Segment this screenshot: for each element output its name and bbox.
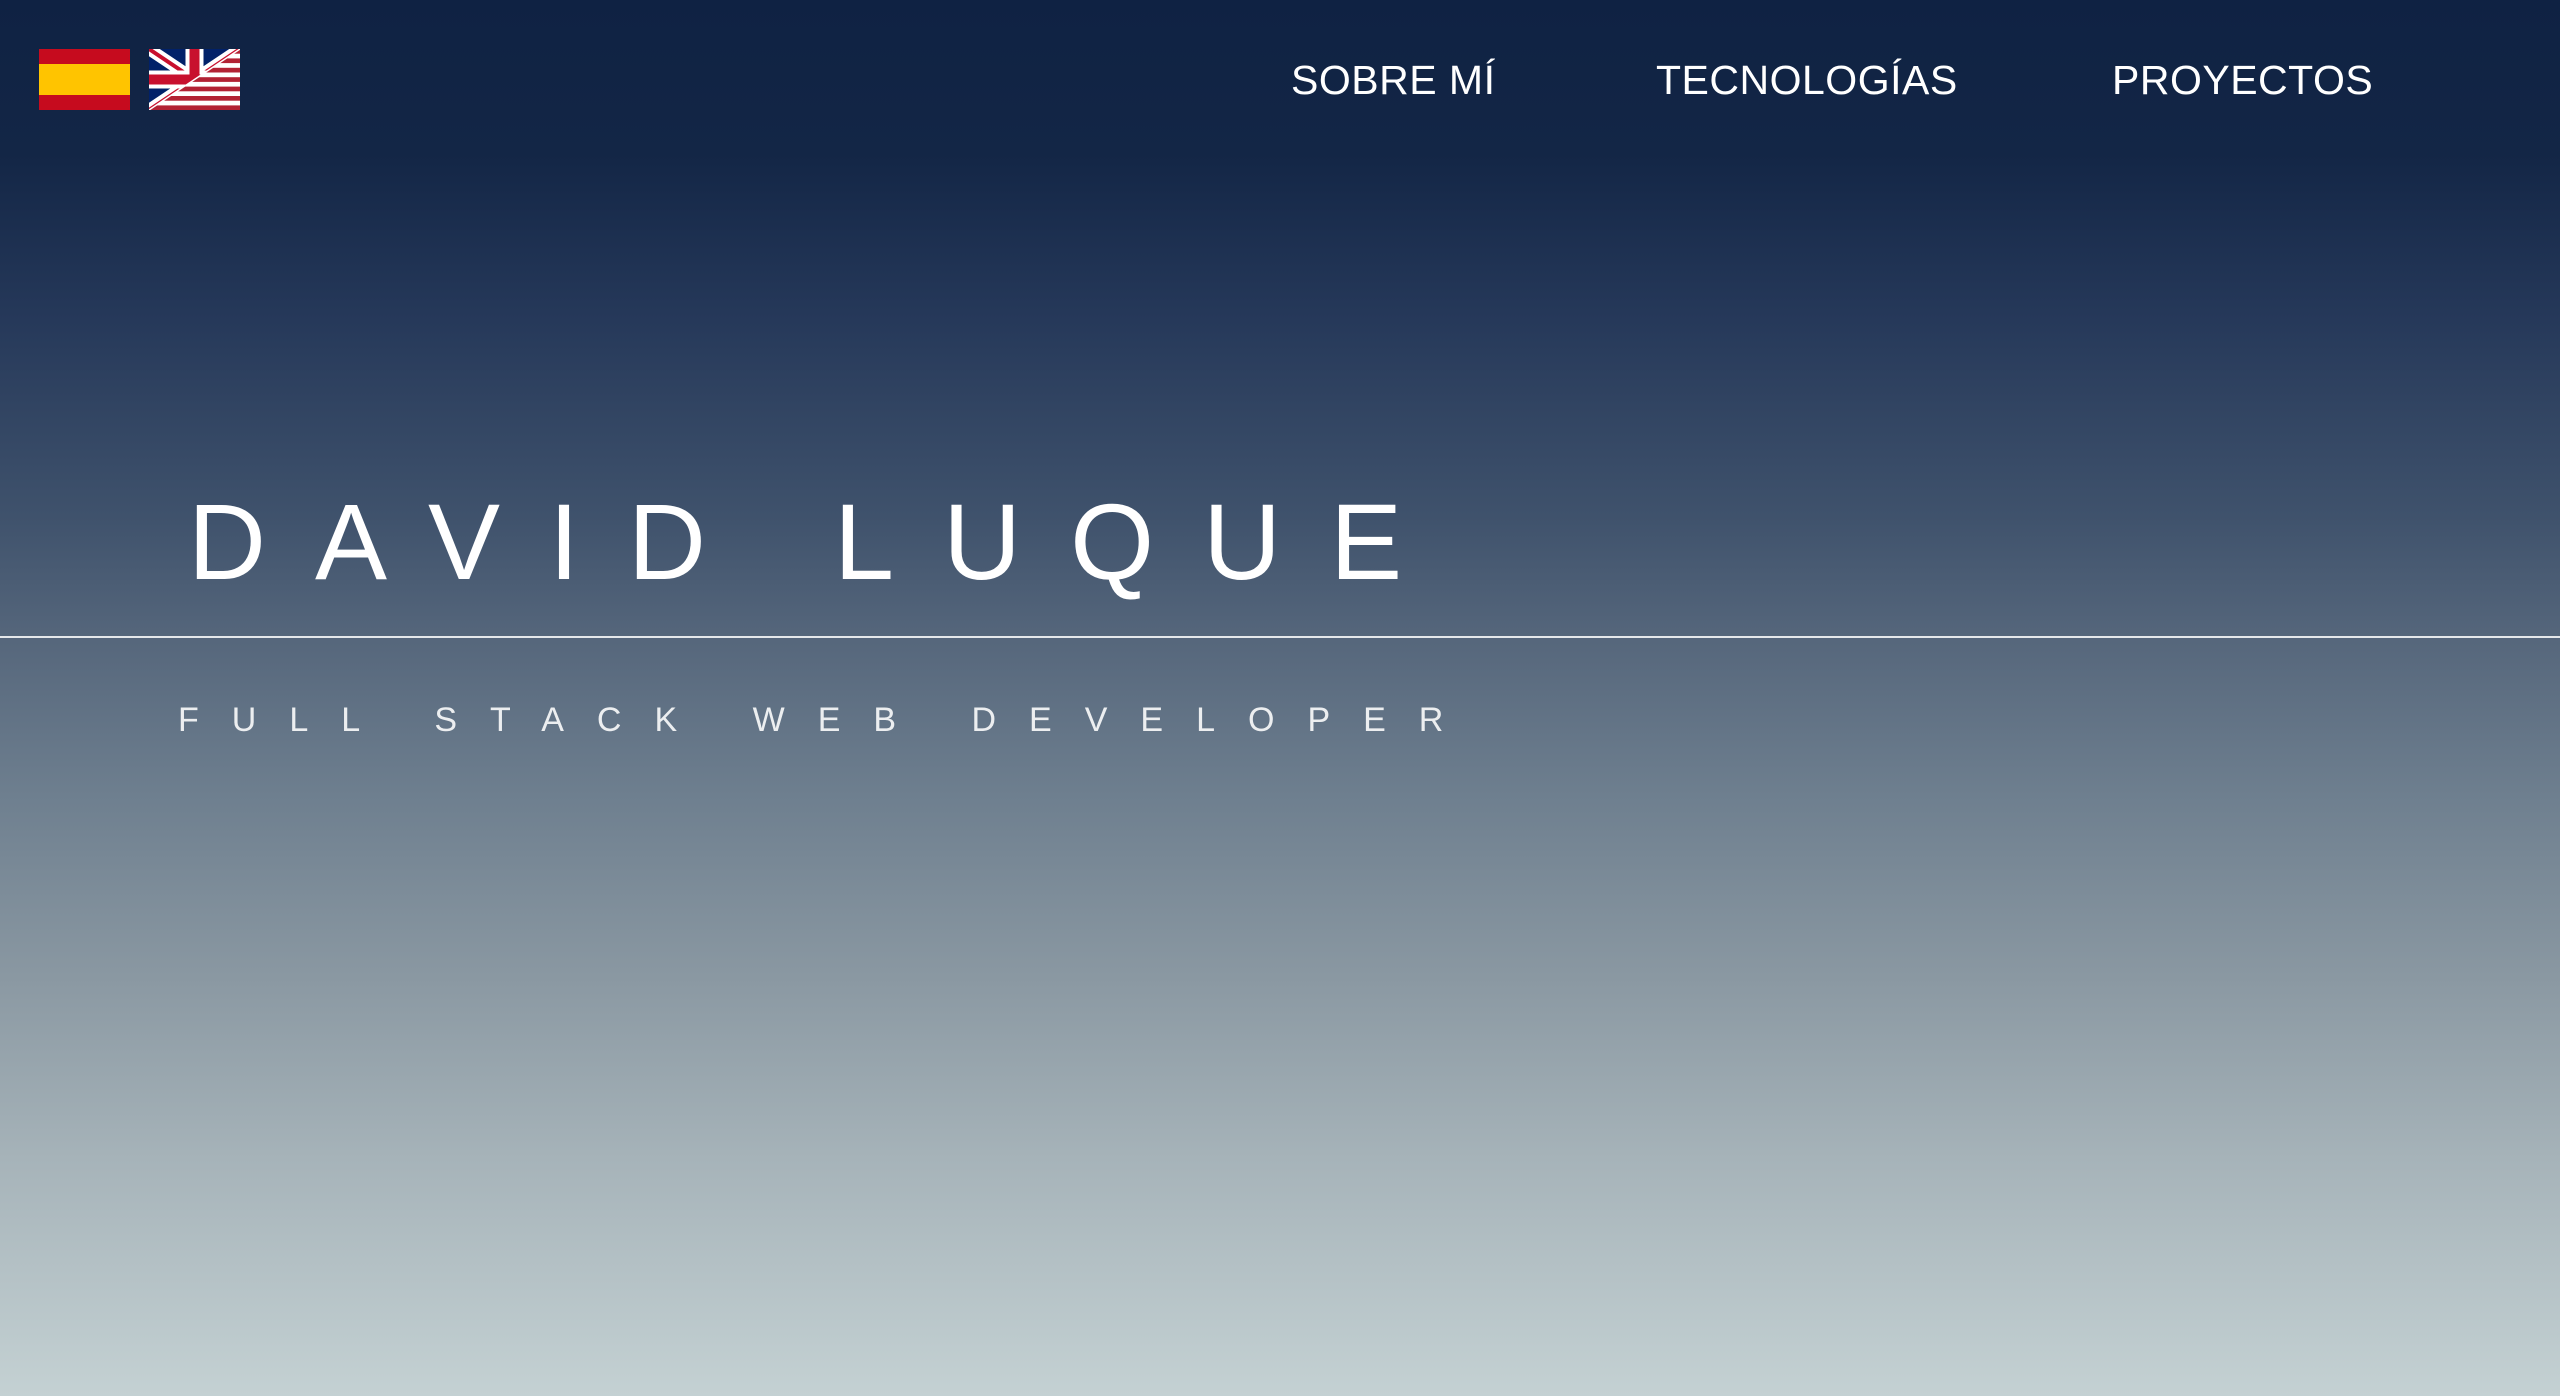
- hero-divider: [0, 636, 2560, 638]
- spain-flag-icon[interactable]: [39, 49, 130, 110]
- nav-link-about[interactable]: SOBRE MÍ: [1291, 52, 1495, 108]
- hero-subtitle: FULL STACK WEB DEVELOPER: [178, 701, 1477, 739]
- nav-link-technologies[interactable]: TECNOLOGÍAS: [1656, 52, 1958, 108]
- hero-name: DAVID LUQUE: [188, 481, 1452, 602]
- nav-link-projects[interactable]: PROYECTOS: [2112, 52, 2373, 108]
- us-uk-flag-icon[interactable]: [149, 49, 240, 110]
